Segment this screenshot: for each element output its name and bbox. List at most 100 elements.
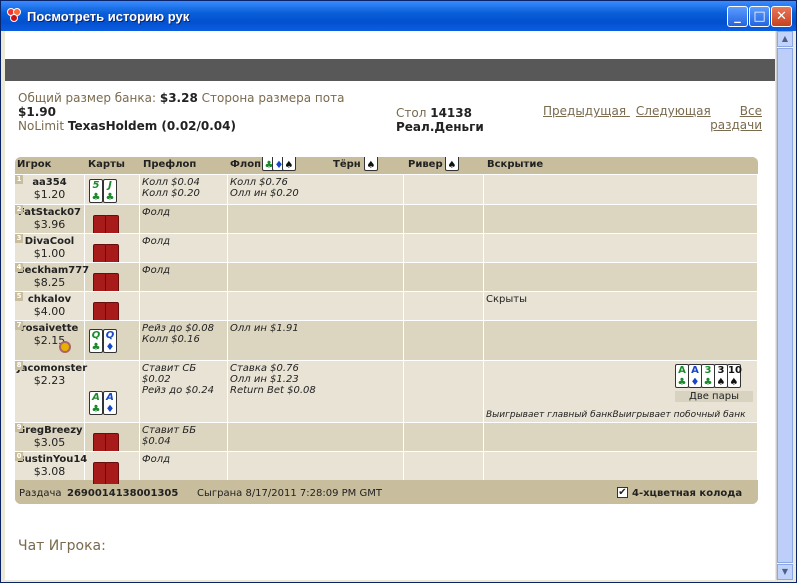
seat-number: 1 [15,175,23,184]
flop-action [228,423,404,451]
flop-action [228,263,404,291]
maximize-button[interactable]: □ [749,6,770,27]
header-flop: Флоп [230,159,262,170]
player-cell: 0 BustinYou14 $3.08 [15,452,87,480]
player-row: 0 BustinYou14 $3.08 Фолд [15,451,758,486]
game-label: TexasHoldem (0.02/0.04) [67,119,236,133]
player-row: 1 aa354 $1.20 5 ♣ J ♣ Колл $0.04 Колл $0.20 Колл… [15,174,758,204]
player-name: Jacomonster [17,363,88,374]
player-cell: 8 Jacomonster $2.23 [15,361,88,422]
player-cell: 7 rosaivette $2.15 [15,321,85,360]
river-action [404,263,484,291]
cards-cell [85,452,140,486]
hand-table: Игрок Карты Префлоп Флоп Тёрн Ривер Вскр… [15,157,758,504]
app-logo-icon [7,8,23,24]
showdown-text: Скрыты [486,294,527,305]
seat-number: 0 [15,452,23,461]
minimize-button[interactable]: _ [727,6,748,27]
hole-card-1: A ♣ [89,391,103,415]
cards-cell [85,205,140,239]
top-strip [5,59,775,81]
showdown-cell: Скрыты [484,292,758,320]
fourcolor-checkbox[interactable]: ✔ [617,487,628,498]
flop-action: Олл ин $1.91 [228,321,404,360]
preflop-action: Фолд [140,263,228,291]
showdown-cell: Выигрывает главный банкВыигрывает побочн… [484,361,758,422]
all-hands-link[interactable]: Все раздачи [710,104,762,132]
money-type: Реал.Деньги [396,120,484,134]
preflop-action: Фолд [140,234,228,262]
player-row: 9 GregBreezy $3.05 Ставит ББ $0.04 [15,422,758,457]
cards-cell: A ♣ A ♦ [85,361,140,422]
scroll-thumb[interactable] [777,48,793,563]
table-header: Игрок Карты Префлоп Флоп Тёрн Ривер Вскр… [15,157,758,174]
window-title: Посмотреть историю рук [27,8,190,24]
showdown-cell [484,234,758,262]
hole-card-2: Q ♦ [103,329,117,353]
seat-number: 5 [15,292,23,301]
side-pot-label: Сторона размера пота [201,91,345,105]
preflop-action: Ставит СБ $0.02 Рейз до $0.24 [140,361,228,422]
fourcolor-label: 4-хцветная колода [632,488,743,499]
seat-number: 3 [15,234,23,243]
cards-cell [85,234,140,268]
player-row: 7 rosaivette $2.15 Q ♣ Q ♦ Рейз до $0.08 Колл $… [15,320,758,360]
player-stack: $3.96 [33,218,66,231]
hole-card-1: 5 ♣ [89,179,103,203]
seat-number: 7 [15,321,23,330]
hand-label: Раздача [19,488,62,499]
close-button[interactable]: ✕ [771,6,792,27]
pot-value: $3.28 [159,91,198,105]
player-row: 5 chkalov $4.00 Скрыты [15,291,758,326]
next-hand-link[interactable]: Следующая [636,104,711,118]
player-name: Beckham777 [17,265,90,276]
vertical-scrollbar[interactable]: ▲ ▼ [776,31,793,580]
player-name: FatStack07 [18,207,81,218]
table-label: Стол [396,106,427,120]
river-action [404,234,484,262]
player-row: 8 Jacomonster $2.23 A ♣ A ♦ Ставит СБ $0.02 Рей… [15,360,758,422]
river-action [404,292,484,320]
scroll-up-icon[interactable]: ▲ [777,31,793,47]
limit-label: NoLimit [18,119,65,133]
flop-action: Ставка $0.76 Олл ин $1.23 Return Bet $0.… [228,361,404,422]
showdown-cell [484,263,758,291]
player-stack: $3.08 [33,465,66,478]
player-name: DivaCool [24,236,75,247]
header-river: Ривер [408,159,443,170]
player-stack: $2.15 [33,334,66,347]
showdown-cell [484,452,758,480]
flop-card-3: 6♠ [282,157,296,171]
preflop-action: Рейз до $0.08 Колл $0.16 [140,321,228,360]
history-window: Посмотреть историю рук _ □ ✕ Общий разме… [0,0,797,583]
player-row: 4 Beckham777 $8.25 Фолд [15,262,758,297]
table-footer: Раздача 2690014138001305 Сыграна 8/17/20… [15,484,758,504]
side-pot-value: $1.90 [18,105,56,119]
chat-label: Чат Игрока: [18,538,106,554]
prev-hand-link[interactable]: Предыдущая [543,104,626,118]
player-cell: 2 FatStack07 $3.96 [15,205,85,233]
winning-card-1: A ♣ [675,364,689,388]
preflop-action: Фолд [140,452,228,480]
player-stack: $8.25 [33,276,66,289]
preflop-action [140,292,228,320]
flop-action [228,452,404,480]
header-showdown: Вскрытие [487,159,544,170]
player-stack: $4.00 [33,305,66,318]
winning-card-3: 3 ♣ [701,364,715,388]
header-cards: Карты [88,159,125,170]
scroll-down-icon[interactable]: ▼ [777,564,793,580]
river-action [404,361,484,422]
player-row: 3 DivaCool $1.00 Фолд [15,233,758,268]
seat-number: 4 [15,263,23,272]
cards-cell [85,423,140,457]
player-cell: 4 Beckham777 $8.25 [15,263,90,291]
title-bar[interactable]: Посмотреть историю рук _ □ ✕ [1,1,796,31]
winning-card-5: 10 ♠ [727,364,742,388]
river-action [404,175,484,204]
table-number: 14138 [430,106,472,120]
player-cell: 1 aa354 $1.20 [15,175,85,204]
showdown-cell [484,423,758,451]
player-name: chkalov [27,294,72,305]
dealer-chip-icon [59,341,71,353]
